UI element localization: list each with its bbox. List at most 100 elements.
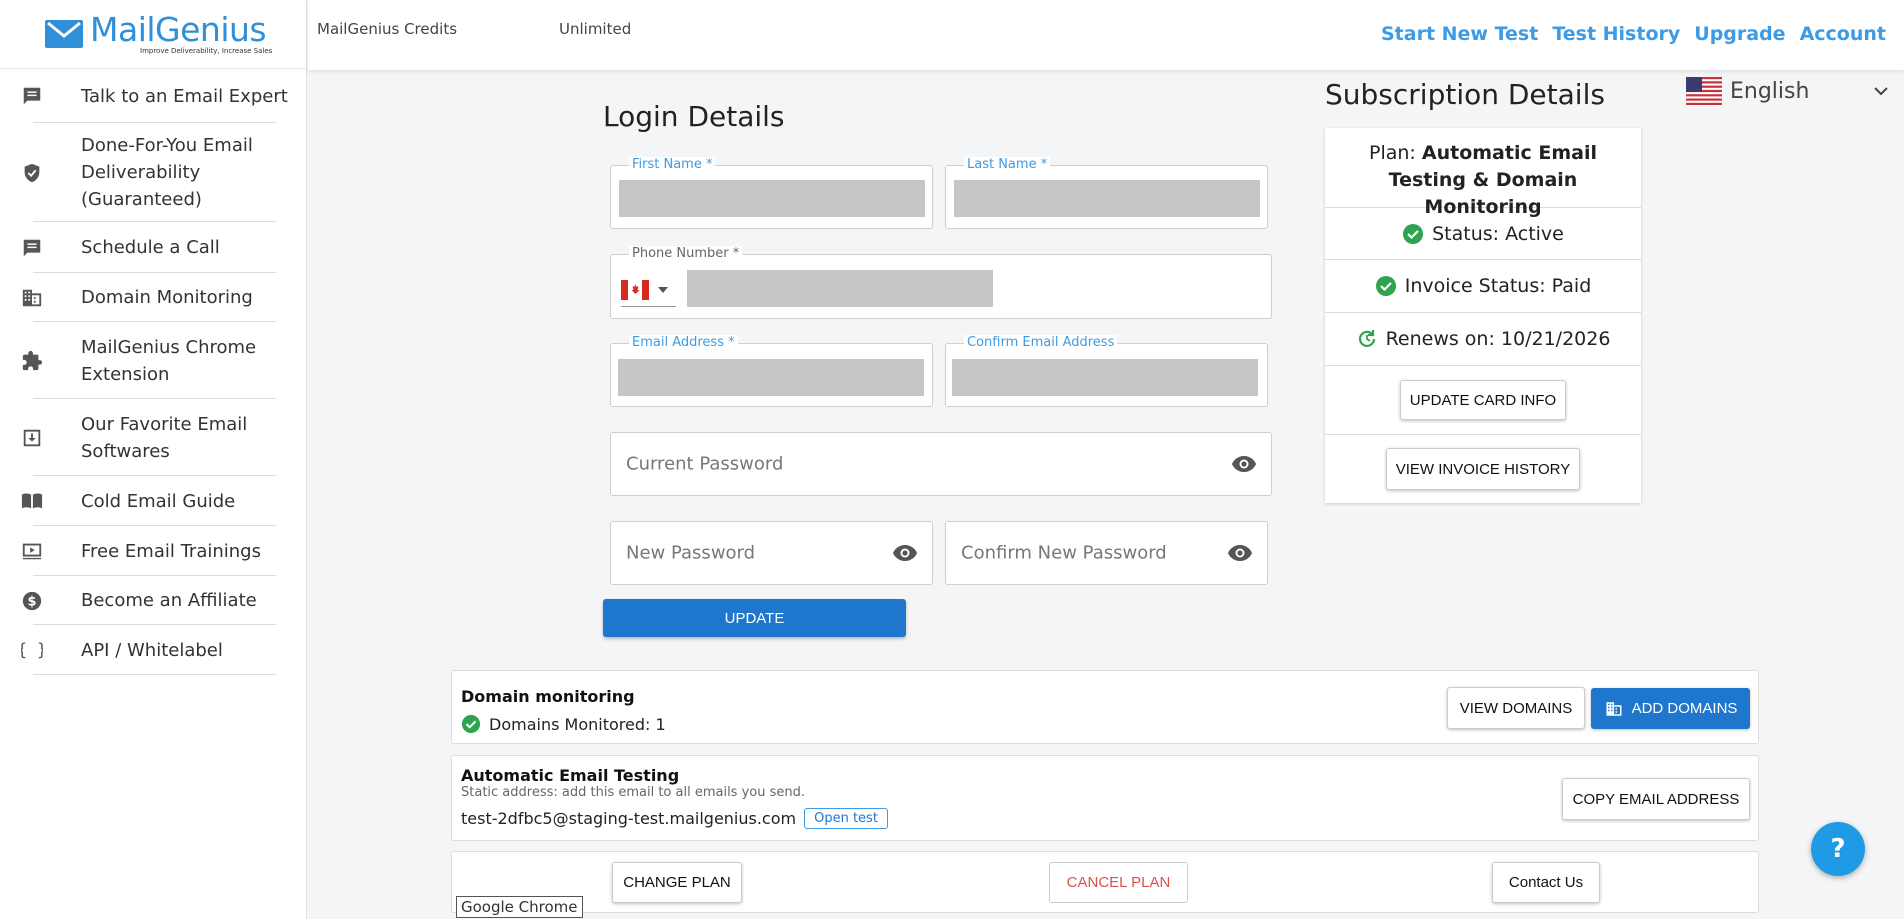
dollar-icon: $ [20, 589, 44, 613]
copy-email-address-button[interactable]: COPY EMAIL ADDRESS [1562, 778, 1750, 820]
sidebar-item-label: Schedule a Call [81, 237, 220, 258]
logo-tagline: Improve Deliverability, Increase Sales [140, 47, 273, 55]
last-name-field[interactable]: Last Name * [945, 157, 1268, 229]
sidebar-item-cold-email-guide[interactable]: Cold Email Guide [0, 476, 306, 526]
eye-icon[interactable] [892, 544, 918, 562]
sidebar-item-affiliate[interactable]: $ Become an Affiliate [0, 576, 306, 625]
language-label: English [1730, 78, 1810, 104]
book-icon [20, 489, 44, 513]
automatic-email-testing-title: Automatic Email Testing [461, 766, 680, 785]
sidebar-item-email-expert[interactable]: Talk to an Email Expert [0, 69, 306, 123]
upgrade-link[interactable]: Upgrade [1694, 23, 1785, 45]
email-address-label: Email Address * [629, 335, 738, 351]
confirm-new-password-field[interactable]: Confirm New Password [945, 521, 1268, 585]
credits-value: Unlimited [559, 20, 632, 38]
sidebar-item-label: API / Whitelabel [81, 639, 223, 661]
start-new-test-link[interactable]: Start New Test [1381, 23, 1538, 45]
sidebar-item-label: Domain Monitoring [81, 287, 253, 308]
braces-icon: { } [20, 638, 44, 662]
first-name-field[interactable]: First Name * [610, 157, 933, 229]
shield-check-icon [20, 161, 44, 185]
subscription-details-title: Subscription Details [1325, 78, 1605, 111]
help-label: ? [1830, 834, 1846, 864]
sidebar-item-label: MailGenius Chrome Extension [81, 336, 257, 385]
phone-number-redacted [687, 270, 993, 307]
check-circle-icon [1403, 223, 1424, 244]
domain-monitoring-title: Domain monitoring [461, 687, 635, 706]
country-selector[interactable] [621, 273, 676, 307]
eye-icon[interactable] [1231, 455, 1257, 473]
static-address-note: Static address: add this email to all em… [461, 785, 806, 800]
chat-icon [20, 84, 44, 108]
contact-us-button[interactable]: Contact Us [1492, 862, 1600, 903]
last-name-redacted [954, 180, 1260, 217]
first-name-redacted [619, 180, 925, 217]
confirm-email-redacted [952, 359, 1258, 396]
renews-row: Renews on: 10/21/2026 [1325, 313, 1641, 366]
subscription-card: Plan: Automatic Email Testing & Domain M… [1325, 128, 1641, 503]
canada-flag-icon [621, 279, 649, 300]
update-card-info-button[interactable]: UPDATE CARD INFO [1400, 380, 1566, 420]
test-email-address: test-2dfbc5@staging-test.mailgenius.com [461, 809, 797, 828]
new-password-field[interactable]: New Password [610, 521, 933, 585]
email-address-redacted [618, 359, 924, 396]
view-invoice-history-button[interactable]: VIEW INVOICE HISTORY [1386, 448, 1580, 490]
status-row: Status: Active [1325, 208, 1641, 260]
sidebar-item-done-for-you[interactable]: Done-For-You Email Deliverability (Guara… [0, 123, 306, 222]
svg-text:{ }: { } [21, 641, 43, 660]
phone-number-field[interactable]: Phone Number * [610, 246, 1272, 319]
chat-icon [20, 236, 44, 260]
envelope-logo-icon [45, 20, 83, 48]
refresh-icon [1358, 330, 1375, 347]
puzzle-icon [20, 349, 44, 373]
sidebar-item-email-softwares[interactable]: Our Favorite Email Softwares [0, 399, 306, 476]
svg-text:$: $ [28, 594, 37, 609]
open-test-button[interactable]: Open test [804, 808, 888, 829]
plan-row: Plan: Automatic Email Testing & Domain M… [1325, 128, 1641, 218]
logo-name: MailGenius [90, 10, 267, 49]
renews-text: Renews on: 10/21/2026 [1385, 328, 1611, 350]
chevron-down-icon [1874, 87, 1888, 96]
top-bar: MailGenius Credits Unlimited Start New T… [308, 0, 1904, 70]
last-name-label: Last Name * [964, 157, 1051, 173]
plan-label: Plan: [1369, 142, 1416, 164]
sidebar-item-api-whitelabel[interactable]: { } API / Whitelabel [0, 625, 306, 675]
eye-icon[interactable] [1227, 544, 1253, 562]
video-icon [20, 539, 44, 563]
logo[interactable]: MailGenius Improve Deliverability, Incre… [0, 0, 306, 69]
current-password-placeholder: Current Password [626, 453, 784, 475]
invoice-status-text: Invoice Status: Paid [1404, 275, 1592, 297]
help-button[interactable]: ? [1811, 822, 1865, 876]
sidebar-item-free-trainings[interactable]: Free Email Trainings [0, 526, 306, 576]
confirm-email-field[interactable]: Confirm Email Address [945, 335, 1268, 407]
plan-name: Automatic Email Testing & Domain Monitor… [1388, 142, 1597, 218]
phone-number-label: Phone Number * [629, 246, 743, 262]
add-domains-button[interactable]: ADD DOMAINS [1591, 688, 1750, 729]
domain-monitoring-card: Domain monitoring Domains Monitored: 1 V… [451, 670, 1759, 744]
domains-monitored: Domains Monitored: 1 [461, 714, 666, 734]
sidebar-item-domain-monitoring[interactable]: Domain Monitoring [0, 273, 306, 322]
sidebar-item-chrome-extension[interactable]: MailGenius Chrome Extension [0, 322, 306, 399]
view-domains-button[interactable]: VIEW DOMAINS [1447, 687, 1585, 729]
building-icon [20, 286, 44, 310]
download-box-icon [20, 426, 44, 450]
invoice-history-row: VIEW INVOICE HISTORY [1325, 435, 1641, 503]
domains-monitored-text: Domains Monitored: 1 [489, 714, 666, 734]
invoice-status-row: Invoice Status: Paid [1325, 260, 1641, 313]
test-address-row: test-2dfbc5@staging-test.mailgenius.com … [461, 808, 888, 829]
email-address-field[interactable]: Email Address * [610, 335, 933, 407]
top-nav: Start New Test Test History Upgrade Acco… [1381, 23, 1886, 45]
language-selector[interactable]: English [1686, 76, 1890, 106]
cancel-plan-button[interactable]: CANCEL PLAN [1049, 862, 1188, 903]
new-password-placeholder: New Password [626, 542, 756, 564]
test-history-link[interactable]: Test History [1552, 23, 1680, 45]
login-details-title: Login Details [603, 100, 785, 133]
check-circle-icon [1375, 276, 1396, 296]
current-password-field[interactable]: Current Password [610, 432, 1272, 496]
update-button[interactable]: UPDATE [603, 599, 906, 637]
sidebar-item-schedule-call[interactable]: Schedule a Call [0, 222, 306, 273]
change-plan-button[interactable]: CHANGE PLAN [612, 862, 742, 903]
account-link[interactable]: Account [1800, 23, 1886, 45]
update-card-row: UPDATE CARD INFO [1325, 366, 1641, 435]
automatic-email-testing-card: Automatic Email Testing Static address: … [451, 755, 1759, 841]
